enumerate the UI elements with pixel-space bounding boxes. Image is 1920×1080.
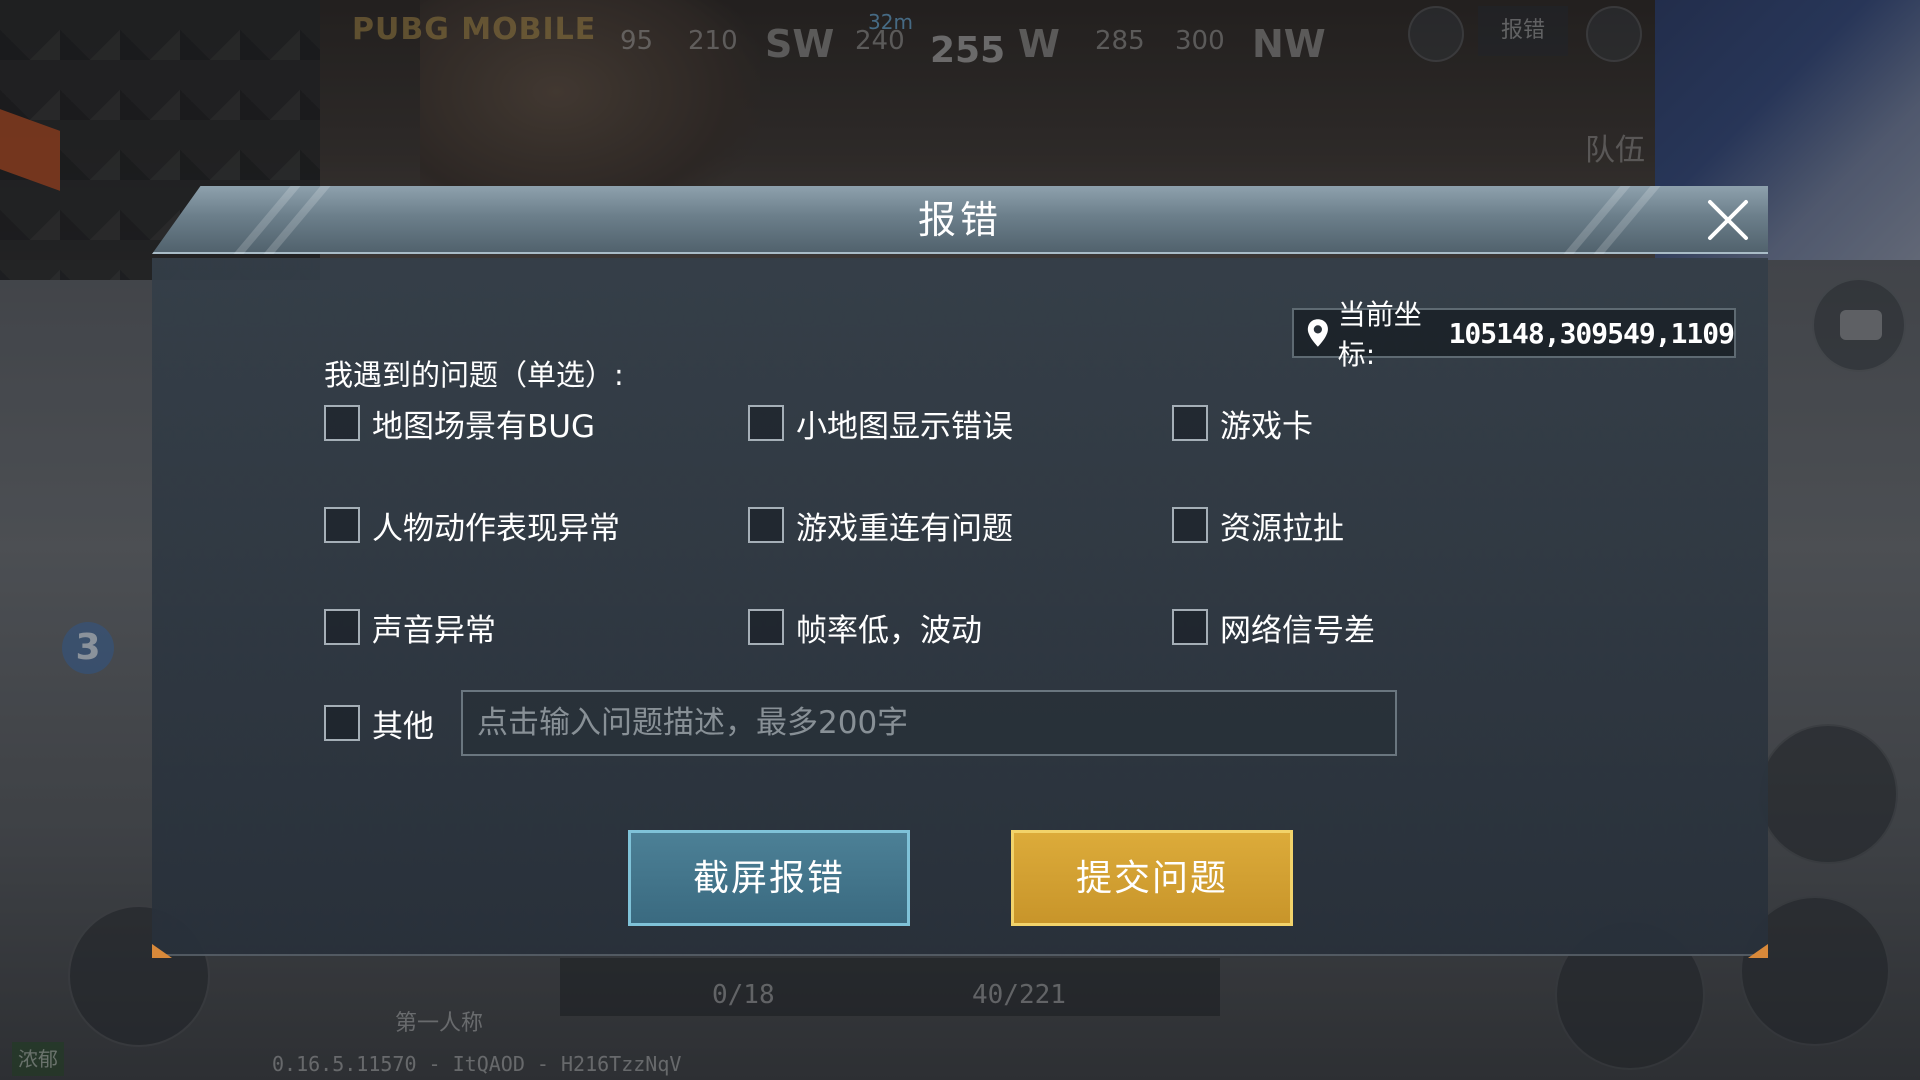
checkbox[interactable]	[324, 609, 360, 645]
option-game-lag[interactable]: 游戏卡	[1172, 398, 1313, 448]
checkbox[interactable]	[1172, 507, 1208, 543]
coords-label: 当前坐标:	[1337, 298, 1422, 371]
option-label: 其他	[372, 708, 434, 745]
current-coordinates: 当前坐标: 105148,309549,1109	[1292, 298, 1736, 371]
option-label: 网络信号差	[1220, 612, 1375, 649]
checkbox[interactable]	[324, 705, 360, 741]
coords-value: 105148,309549,1109	[1448, 316, 1735, 350]
screenshot-report-button[interactable]: 截屏报错	[628, 830, 910, 926]
dialog-title: 报错	[917, 198, 1002, 242]
option-minimap-error[interactable]: 小地图显示错误	[748, 398, 1013, 448]
corner-accent	[1748, 944, 1768, 958]
option-label: 地图场景有BUG	[372, 408, 595, 445]
checkbox[interactable]	[1172, 405, 1208, 441]
option-label: 游戏重连有问题	[796, 510, 1013, 547]
option-resource-stretch[interactable]: 资源拉扯	[1172, 500, 1344, 550]
option-sound-issue[interactable]: 声音异常	[324, 602, 496, 652]
close-icon[interactable]	[1704, 196, 1752, 244]
location-pin-icon	[1307, 319, 1328, 347]
option-label: 资源拉扯	[1220, 510, 1344, 547]
checkbox[interactable]	[748, 507, 784, 543]
option-map-bug[interactable]: 地图场景有BUG	[324, 398, 595, 448]
submit-issue-button[interactable]: 提交问题	[1011, 830, 1293, 926]
checkbox[interactable]	[324, 405, 360, 441]
option-low-framerate[interactable]: 帧率低，波动	[748, 602, 982, 652]
option-label: 小地图显示错误	[796, 408, 1013, 445]
corner-accent	[152, 944, 172, 958]
issue-options: 地图场景有BUG 小地图显示错误 游戏卡 人物动作表现异常 游戏重连有问题 资源…	[324, 398, 1604, 718]
issue-description-input[interactable]	[461, 690, 1397, 756]
option-poor-network[interactable]: 网络信号差	[1172, 602, 1375, 652]
question-title: 我遇到的问题（单选）:	[324, 358, 624, 392]
option-label: 声音异常	[372, 612, 496, 649]
option-label: 人物动作表现异常	[372, 510, 620, 547]
checkbox[interactable]	[748, 609, 784, 645]
dialog-body: 当前坐标: 105148,309549,1109 我遇到的问题（单选）: 地图场…	[152, 258, 1768, 956]
option-other[interactable]: 其他	[324, 690, 434, 756]
option-character-animation[interactable]: 人物动作表现异常	[324, 500, 620, 550]
checkbox[interactable]	[1172, 609, 1208, 645]
option-label: 帧率低，波动	[796, 612, 982, 649]
report-dialog: 报错 当前坐标: 105148,309549,1109 我遇到的问题（单选）: …	[152, 186, 1768, 958]
checkbox[interactable]	[748, 405, 784, 441]
option-reconnect-issue[interactable]: 游戏重连有问题	[748, 500, 1013, 550]
option-label: 游戏卡	[1220, 408, 1313, 445]
checkbox[interactable]	[324, 507, 360, 543]
